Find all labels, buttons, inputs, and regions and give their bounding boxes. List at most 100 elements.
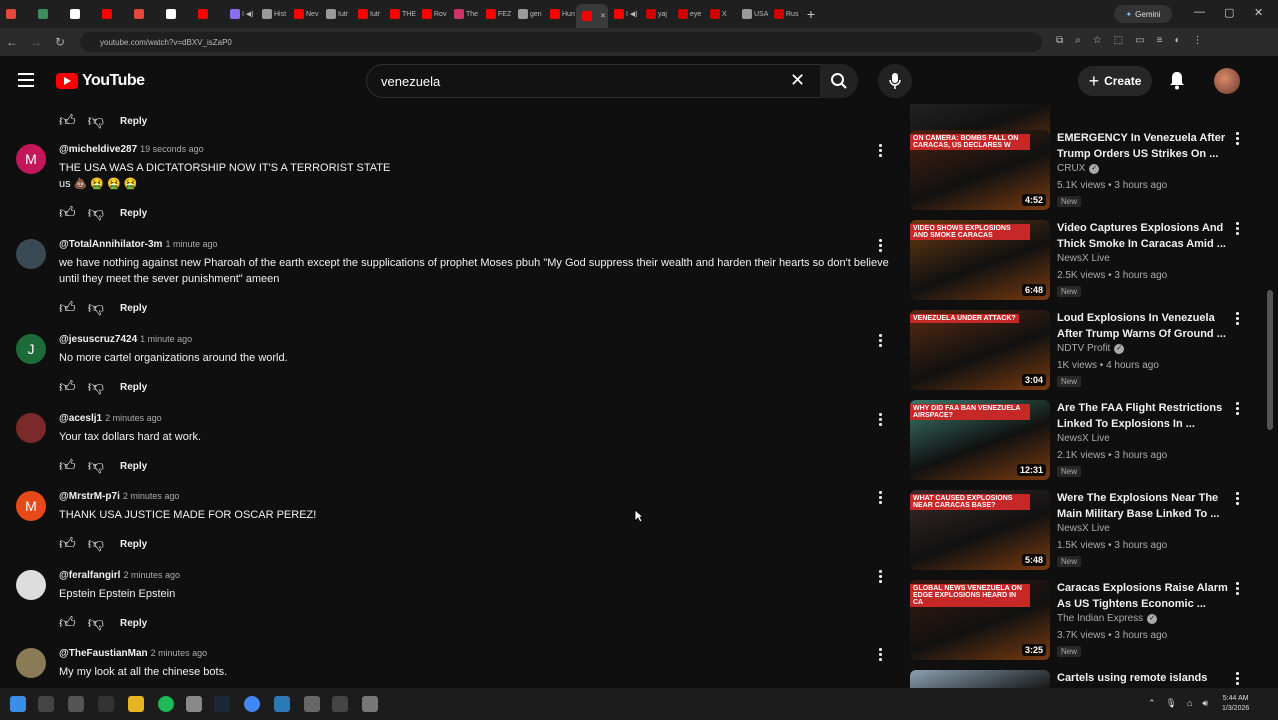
recommended-video[interactable]: VIDEO SHOWS EXPLOSIONS AND SMOKE CARACAS… [908, 220, 1258, 306]
comment-author[interactable]: @TotalAnnihilator-3m [59, 239, 162, 250]
app-icon[interactable] [274, 696, 290, 712]
gemini-button[interactable]: ✦ Gemini [1114, 5, 1172, 23]
comment-menu-icon[interactable] [877, 648, 883, 661]
recommended-video[interactable]: WHAT CAUSED EXPLOSIONS NEAR CARACAS BASE… [908, 490, 1258, 576]
recommended-video[interactable]: ON CAMERA: BOMBS FALL ON CARACAS, US DEC… [908, 130, 1258, 216]
mic-tray-icon[interactable]: 🎙︎ [1166, 698, 1177, 709]
browser-tab[interactable]: Iutr [320, 4, 352, 24]
browser-tab[interactable]: USA [736, 4, 768, 24]
task-view-icon[interactable] [68, 696, 84, 712]
comment-menu-icon[interactable] [877, 239, 883, 252]
browser-tab[interactable]: I ◀) [608, 4, 640, 24]
avatar[interactable]: M [16, 491, 46, 521]
profile-icon[interactable]: ◐ [1174, 35, 1180, 46]
video-menu-icon[interactable] [1236, 492, 1239, 505]
reply-button[interactable]: Reply [120, 461, 147, 472]
voice-search-button[interactable] [878, 64, 912, 98]
video-title[interactable]: Were The Explosions Near The Main Milita… [1057, 490, 1229, 522]
video-title[interactable]: Loud Explosions In Venezuela After Trump… [1057, 310, 1229, 342]
like-icon[interactable]: 👍︎ [59, 614, 76, 633]
browser-tab[interactable]: Hun [544, 4, 576, 24]
minimize-icon[interactable]: — [1194, 6, 1205, 18]
search-input[interactable]: venezuela [366, 64, 822, 98]
browser-tab[interactable]: THE [384, 4, 416, 24]
dislike-icon[interactable]: 👎︎ [88, 378, 104, 397]
reply-button[interactable]: Reply [120, 208, 147, 219]
dislike-icon[interactable]: 👎︎ [88, 299, 104, 318]
recommended-video[interactable]: GLOBAL NEWS VENEZUELA ON EDGE EXPLOSIONS… [908, 580, 1258, 666]
comment-menu-icon[interactable] [877, 413, 883, 426]
url-field[interactable]: youtube.com/watch?v=dBXV_isZaP0 [80, 32, 1042, 52]
browser-tab[interactable]: ✕ [576, 4, 608, 28]
extensions-icon[interactable]: ⬚ [1114, 35, 1123, 46]
comment-menu-icon[interactable] [877, 334, 883, 347]
new-tab-icon[interactable]: + [800, 6, 822, 22]
account-avatar[interactable] [1214, 68, 1240, 94]
windows-start-icon[interactable] [10, 696, 26, 712]
comment-timestamp[interactable]: 2 minutes ago [123, 570, 180, 580]
like-icon[interactable]: 👍︎ [59, 112, 76, 131]
video-menu-icon[interactable] [1236, 582, 1239, 595]
notifications-bell-icon[interactable] [1168, 70, 1186, 90]
channel-name[interactable]: NewsX Live [1057, 433, 1110, 444]
video-title[interactable]: Caracas Explosions Raise Alarm As US Tig… [1057, 580, 1229, 612]
avatar[interactable]: M [16, 144, 46, 174]
browser-tab[interactable]: Hist [256, 4, 288, 24]
browser-tab[interactable]: I ◀) [224, 4, 256, 24]
create-button[interactable]: + Create [1078, 66, 1152, 96]
reload-icon[interactable]: ↻ [48, 35, 72, 49]
close-tab-icon[interactable]: ✕ [600, 12, 606, 20]
comment-timestamp[interactable]: 2 minutes ago [151, 648, 208, 658]
steam-icon[interactable] [214, 696, 230, 712]
avatar[interactable] [16, 570, 46, 600]
comment-author[interactable]: @feralfangirl [59, 570, 120, 581]
chevron-up-icon[interactable]: ⌃ [1148, 698, 1156, 709]
browser-tab[interactable]: The [448, 4, 480, 24]
dislike-icon[interactable]: 👎︎ [88, 614, 104, 633]
comment-author[interactable]: @TheFaustianMan [59, 648, 148, 659]
file-explorer-icon[interactable] [128, 696, 144, 712]
app-icon[interactable] [304, 696, 320, 712]
clear-search-icon[interactable]: ✕ [790, 70, 805, 91]
reply-button[interactable]: Reply [120, 382, 147, 393]
browser-tab[interactable] [96, 4, 128, 24]
back-icon[interactable]: ← [0, 35, 24, 49]
video-menu-icon[interactable] [1236, 132, 1239, 145]
avatar[interactable] [16, 648, 46, 678]
video-thumbnail[interactable]: WHY DID FAA BAN VENEZUELA AIRSPACE? 12:31 [910, 400, 1050, 480]
dislike-icon[interactable]: 👎︎ [88, 204, 104, 223]
video-title[interactable]: EMERGENCY In Venezuela After Trump Order… [1057, 130, 1229, 162]
channel-name[interactable]: The Indian Express ✓ [1057, 613, 1158, 624]
browser-tab[interactable]: Iutr [352, 4, 384, 24]
video-title[interactable]: Are The FAA Flight Restrictions Linked T… [1057, 400, 1229, 432]
video-menu-icon[interactable] [1236, 402, 1239, 415]
like-icon[interactable]: 👍︎ [59, 535, 76, 554]
recommended-video[interactable]: VENEZUELA UNDER ATTACK? 3:04 Loud Explosio… [908, 310, 1258, 396]
like-icon[interactable]: 👍︎ [59, 299, 76, 318]
comment-author[interactable]: @MrstrM-p7i [59, 491, 120, 502]
spotify-icon[interactable] [158, 696, 174, 712]
network-icon[interactable]: ⌂ [1187, 698, 1192, 709]
recommended-video[interactable]: Cartels using remote islands [908, 670, 1258, 688]
like-icon[interactable]: 👍︎ [59, 378, 76, 397]
comment-menu-icon[interactable] [877, 570, 883, 583]
video-menu-icon[interactable] [1236, 312, 1239, 325]
sidepanel-icon[interactable]: ▭ [1135, 35, 1144, 46]
forward-icon[interactable]: → [24, 35, 48, 49]
browser-tab[interactable]: Rov [416, 4, 448, 24]
bookmark-star-icon[interactable]: ☆ [1093, 35, 1102, 46]
avatar[interactable] [16, 413, 46, 443]
recommended-video[interactable]: WHY DID FAA BAN VENEZUELA AIRSPACE? 12:31… [908, 400, 1258, 486]
channel-name[interactable]: NDTV Profit ✓ [1057, 343, 1125, 354]
video-title[interactable]: Cartels using remote islands [1057, 670, 1229, 686]
comment-timestamp[interactable]: 1 minute ago [165, 239, 217, 249]
comment-author[interactable]: @jesuscruz7424 [59, 334, 137, 345]
zoom-icon[interactable]: ⌕ [1075, 35, 1081, 46]
reply-button[interactable]: Reply [120, 303, 147, 314]
browser-tab[interactable]: X [704, 4, 736, 24]
app-icon[interactable] [186, 696, 202, 712]
browser-tab[interactable] [160, 4, 192, 24]
reply-button[interactable]: Reply [120, 618, 147, 629]
browser-tab[interactable]: eye [672, 4, 704, 24]
like-icon[interactable]: 👍︎ [59, 457, 76, 476]
